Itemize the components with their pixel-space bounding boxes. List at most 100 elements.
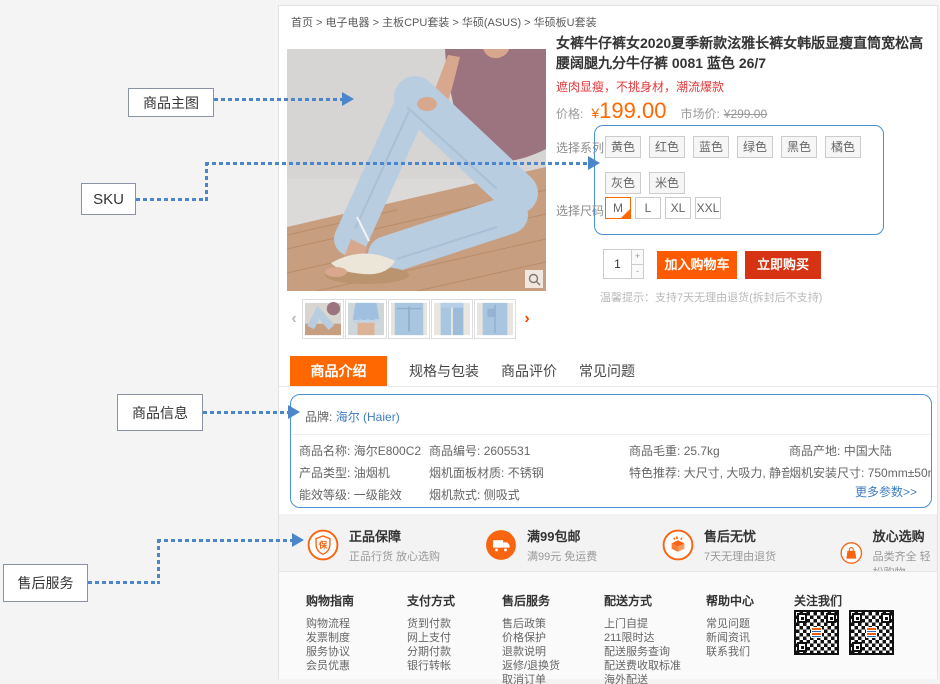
series-option[interactable]: 橘色 [825,136,861,158]
footer-link[interactable]: 分期付款 [407,645,455,659]
series-option[interactable]: 灰色 [605,172,641,194]
series-option[interactable]: 米色 [649,172,685,194]
footer-column-help: 帮助中心 常见问题新闻资讯联系我们 [706,592,754,659]
footer-column-title: 支付方式 [407,592,455,609]
tab[interactable]: 商品介绍 [290,356,387,386]
product-main-image[interactable] [287,49,546,291]
footer-column-title: 配送方式 [604,592,681,609]
annotation-arrow-line [88,581,160,584]
service-title: 正品保障 [349,526,440,545]
buy-now-button[interactable]: 立即购买 [745,251,821,279]
annotation-arrow-line [205,162,588,165]
footer-link[interactable]: 联系我们 [706,645,754,659]
brand-link[interactable]: 海尔 (Haier) [336,410,400,424]
footer-link[interactable]: 银行转帐 [407,659,455,673]
series-option[interactable]: 蓝色 [693,136,729,158]
size-option[interactable]: XXL [695,197,721,219]
annotation-main-image-label: 商品主图 [128,88,214,117]
add-to-cart-button[interactable]: 加入购物车 [657,251,737,279]
quantity-input[interactable] [604,250,631,278]
footer-link[interactable]: 上门自提 [604,617,681,631]
thumbnail[interactable] [431,299,473,339]
thumbs-prev-icon[interactable]: ‹ [287,310,301,328]
series-label: 选择系列: [556,139,607,156]
size-label: 选择尺码: [556,202,607,219]
service-desc: 正品行货 放心选购 [349,548,440,564]
tab[interactable]: 常见问题 [579,356,635,386]
info-item: 特色推荐: 大尺寸, 大吸力, 静音... [629,464,789,481]
footer-column-payment: 支付方式 货到付款网上支付分期付款银行转帐 [407,592,455,673]
tab[interactable]: 商品评价 [501,356,557,386]
footer-link[interactable]: 网上支付 [407,631,455,645]
svg-text:保: 保 [318,540,328,550]
footer-column-title: 售后服务 [502,592,560,609]
footer-link[interactable]: 新闻资讯 [706,631,754,645]
thumbnail[interactable] [388,299,430,339]
footer-link[interactable]: 会员优惠 [306,659,354,673]
price-row: 价格: ¥ 199.00 市场价: ¥299.00 [556,98,934,124]
footer-link[interactable]: 购物流程 [306,617,354,631]
info-grid: 商品名称: 海尔E800C2 商品编号: 2605531 商品毛重: 25.7k… [291,442,931,503]
footer-link[interactable]: 售后政策 [502,617,560,631]
footer-link[interactable]: 服务协议 [306,645,354,659]
info-item: 能效等级: 一级能效 [299,486,429,503]
arrow-head-icon [292,533,304,547]
arrow-head-icon [588,156,600,170]
currency-symbol: ¥ [591,105,599,121]
footer-link[interactable]: 211限时达 [604,631,681,645]
shield-badge-icon: 保 [307,529,339,561]
brand-row: 品牌: 海尔 (Haier) [291,395,931,435]
price-label: 价格: [556,105,583,122]
service-title: 售后无忧 [704,526,776,545]
quantity-increase-button[interactable]: + [632,250,643,265]
series-option[interactable]: 黄色 [605,136,641,158]
annotation-arrow-line [157,539,160,584]
series-option[interactable]: 红色 [649,136,685,158]
aftersale-box-icon [662,529,694,561]
service-band: 保 正品保障 正品行货 放心选购 满99包邮 满99元 免运费 [279,514,937,571]
footer-link[interactable]: 返修/退换货 [502,659,560,673]
service-item: 售后无忧 7天无理由退货 [662,526,776,564]
thumbnail[interactable] [302,299,344,339]
arrow-head-icon [288,405,300,419]
footer-link[interactable]: 海外配送 [604,673,681,684]
breadcrumb[interactable]: 首页 > 电子电器 > 主板CPU套装 > 华硕(ASUS) > 华硕板U套装 [291,14,597,30]
qr-logo [866,627,877,638]
product-title: 女裤牛仔裤女2020夏季新款泫雅长裤女韩版显瘦直筒宽松高腰阔腿九分牛仔裤 008… [556,33,934,73]
thumbnail[interactable] [474,299,516,339]
price-value: 199.00 [599,98,666,124]
tab[interactable]: 规格与包装 [409,356,479,386]
info-item: 烟机面板材质: 不锈钢 [429,464,629,481]
magnifier-icon[interactable] [525,270,543,288]
service-item: 保 正品保障 正品行货 放心选购 [307,526,440,564]
annotation-arrow-line [136,198,207,201]
thumbnail[interactable] [345,299,387,339]
service-title: 放心选购 [873,526,937,545]
quantity-decrease-button[interactable]: - [632,265,643,279]
footer-column-delivery: 配送方式 上门自提211限时达配送服务查询配送费收取标准海外配送 [604,592,681,684]
more-params-link[interactable]: 更多参数>> [855,483,917,500]
series-option[interactable]: 绿色 [737,136,773,158]
annotation-product-info-label: 商品信息 [117,394,203,431]
footer-link[interactable]: 配送服务查询 [604,645,681,659]
footer-link[interactable]: 发票制度 [306,631,354,645]
truck-icon [485,529,517,561]
market-price-label: 市场价: [680,105,719,122]
footer-link[interactable]: 常见问题 [706,617,754,631]
purchase-tips: 温馨提示：支持7天无理由退货(拆封后不支持) [600,289,822,305]
model-photo-illustration [287,49,546,291]
footer-link[interactable]: 配送费收取标准 [604,659,681,673]
thumbs-next-icon[interactable]: › [520,310,534,328]
series-option[interactable]: 黑色 [781,136,817,158]
size-option[interactable]: M [605,197,631,219]
info-item: 商品名称: 海尔E800C2 [299,442,429,459]
footer-link[interactable]: 货到付款 [407,617,455,631]
info-item: 商品编号: 2605531 [429,442,629,459]
size-option[interactable]: XL [665,197,691,219]
footer-link[interactable]: 取消订单 [502,673,560,684]
info-item: 烟机款式: 侧吸式 [429,486,629,503]
footer-link[interactable]: 价格保护 [502,631,560,645]
size-option[interactable]: L [635,197,661,219]
footer-link[interactable]: 退款说明 [502,645,560,659]
brand-label: 品牌: [305,410,332,424]
